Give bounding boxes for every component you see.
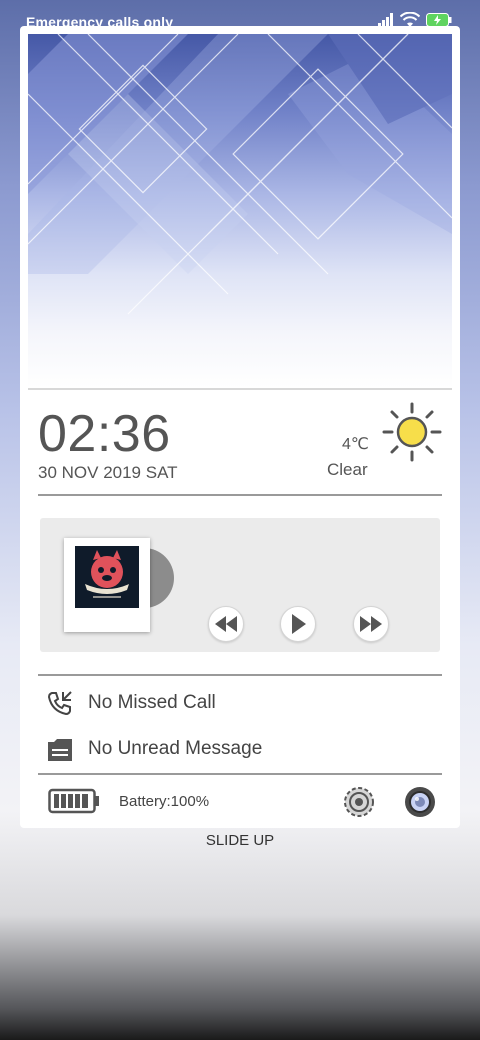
rewind-button[interactable]	[208, 606, 244, 642]
album-cover-icon	[75, 546, 139, 608]
battery-charging-icon	[426, 13, 452, 27]
notification-divider	[38, 773, 442, 775]
sun-icon	[382, 402, 442, 462]
slide-up-hint[interactable]: SLIDE UP	[0, 832, 480, 849]
missed-call-text[interactable]: No Missed Call	[88, 692, 216, 714]
signal-icon	[378, 13, 393, 27]
battery-label: Battery:100%	[119, 793, 210, 810]
message-icon	[48, 739, 72, 761]
settings-icon[interactable]	[343, 786, 375, 818]
clock-date: 30 NOV 2019 SAT	[38, 463, 178, 482]
clock-divider	[38, 494, 442, 496]
weather-temperature: 4℃	[342, 436, 369, 453]
album-cover[interactable]	[64, 538, 150, 632]
missed-call-icon	[47, 691, 72, 716]
unread-message-text[interactable]: No Unread Message	[88, 738, 262, 760]
camera-icon[interactable]	[404, 786, 436, 818]
fast-forward-icon	[360, 616, 382, 632]
play-icon	[292, 614, 306, 634]
fast-forward-button[interactable]	[353, 606, 389, 642]
weather-condition: Clear	[327, 460, 368, 479]
play-button[interactable]	[280, 606, 316, 642]
battery-icon	[48, 788, 99, 814]
banner-divider	[28, 388, 452, 390]
wallpaper-banner	[28, 34, 452, 388]
clock-time: 02:36	[38, 405, 171, 463]
music-player	[40, 518, 440, 652]
music-divider	[38, 674, 442, 676]
rewind-icon	[215, 616, 237, 632]
lockscreen-card: 02:36 30 NOV 2019 SAT 4℃ Clear No Missed…	[20, 26, 460, 828]
